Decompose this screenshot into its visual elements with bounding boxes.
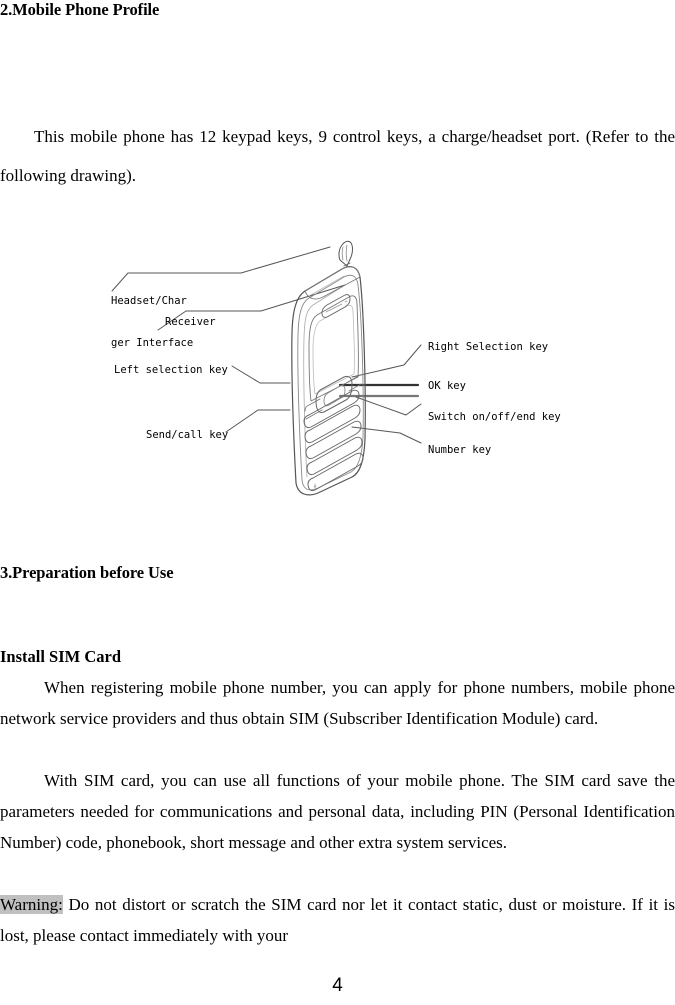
section-heading-mobile-phone-profile: 2.Mobile Phone Profile <box>0 0 160 19</box>
paragraph-sim-warning: Warning: Do not distort or scratch the S… <box>0 889 675 951</box>
diagram-label-switch-on-off-end-key: Switch on/off/end key <box>428 411 561 423</box>
section-heading-preparation-before-use: 3.Preparation before Use <box>0 563 174 582</box>
paragraph-sim-registration: When registering mobile phone number, yo… <box>0 678 675 728</box>
mobile-phone-diagram: Headset/Char ger Interface Receiver Left… <box>0 225 675 510</box>
phone-line-art <box>111 240 422 496</box>
warning-body-text: Do not distort or scratch the SIM card n… <box>0 895 675 945</box>
diagram-label-right-selection-key: Right Selection key <box>428 341 549 353</box>
diagram-label-send-call-key: Send/call key <box>146 429 229 441</box>
diagram-label-headset-charger-interface-line1: Headset/Char <box>111 295 187 307</box>
subheading-install-sim-card: Install SIM Card <box>0 647 122 666</box>
diagram-label-number-key: Number key <box>428 444 492 456</box>
document-page: 2.Mobile Phone Profile This mobile phone… <box>0 0 675 1005</box>
paragraph-sim-functions: With SIM card, you can use all functions… <box>0 771 675 852</box>
paragraph-phone-profile: This mobile phone has 12 keypad keys, 9 … <box>0 127 675 185</box>
diagram-label-ok-key: OK key <box>428 380 466 392</box>
warning-label: Warning: <box>0 895 63 914</box>
diagram-label-headset-charger-interface-line2: ger Interface <box>111 337 194 349</box>
page-number: 4 <box>332 975 343 996</box>
diagram-label-receiver: Receiver <box>165 316 216 328</box>
diagram-label-left-selection-key: Left selection key <box>114 364 228 376</box>
